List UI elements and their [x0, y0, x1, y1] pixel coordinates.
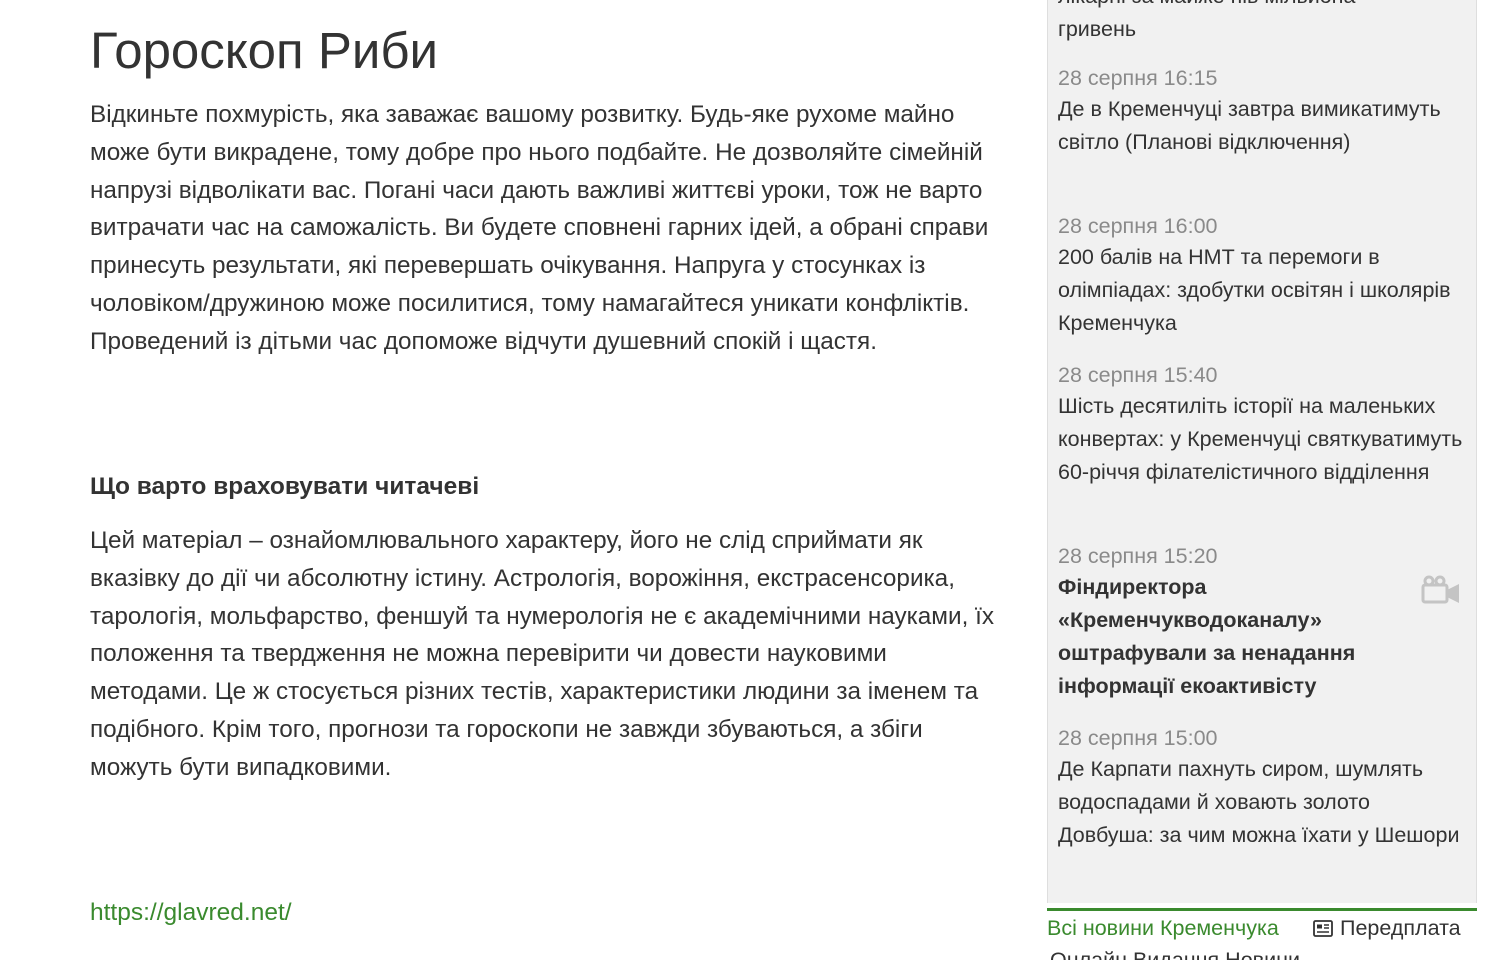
- news-item[interactable]: 28 серпня 16:15 Де в Кременчуці завтра в…: [1058, 63, 1470, 159]
- news-date: 28 серпня 16:00: [1058, 214, 1218, 238]
- news-date: 28 серпня 15:00: [1058, 726, 1218, 750]
- news-item[interactable]: 28 серпня 15:20 Фіндиректора «Кременчукв…: [1058, 541, 1470, 703]
- news-title[interactable]: лікарні за майже пів мільйона гривень: [1058, 0, 1470, 46]
- news-item[interactable]: лікарні за майже пів мільйона гривень: [1058, 0, 1470, 46]
- news-title[interactable]: 200 балів на НМТ та перемоги в олімпіада…: [1058, 241, 1470, 340]
- news-sidebar: лікарні за майже пів мільйона гривень 28…: [1047, 0, 1477, 903]
- newspaper-icon: [1313, 919, 1333, 937]
- news-item[interactable]: 28 серпня 15:00 Де Карпати пахнуть сиром…: [1058, 723, 1470, 852]
- video-camera-icon: [1421, 575, 1459, 604]
- disclaimer-heading: Що варто враховувати читачеві: [90, 473, 480, 500]
- news-date: 28 серпня 16:15: [1058, 66, 1218, 90]
- disclaimer-paragraph: Цей матеріал – ознайомлювального характе…: [90, 527, 994, 781]
- news-title[interactable]: Шість десятиліть історії на маленьких ко…: [1058, 390, 1470, 489]
- page-title: Гороскоп Риби: [90, 22, 439, 79]
- footer-text: Онлайн Видання Новини: [1050, 948, 1300, 960]
- source-link[interactable]: https://glavred.net/: [90, 896, 292, 930]
- subscribe-link[interactable]: Передплата: [1313, 913, 1461, 943]
- news-title[interactable]: Де Карпати пахнуть сиром, шумлять водосп…: [1058, 753, 1470, 852]
- article-paragraph: Відкиньте похмурість, яка заважає вашому…: [90, 101, 989, 355]
- news-title[interactable]: Де в Кременчуці завтра вимикатимуть світ…: [1058, 93, 1470, 159]
- page: Гороскоп Риби Відкиньте похмурість, яка …: [0, 0, 1488, 960]
- news-title[interactable]: Фіндиректора «Кременчукводоканалу» оштра…: [1058, 571, 1398, 703]
- all-news-link[interactable]: Всі новини Кременчука: [1047, 913, 1279, 943]
- news-date: 28 серпня 15:40: [1058, 363, 1218, 387]
- news-item[interactable]: 28 серпня 15:40 Шість десятиліть історії…: [1058, 360, 1470, 489]
- sidebar-divider: [1047, 908, 1477, 911]
- news-date: 28 серпня 15:20: [1058, 544, 1218, 568]
- subscribe-label: Передплата: [1340, 916, 1461, 940]
- news-item[interactable]: 28 серпня 16:00 200 балів на НМТ та пере…: [1058, 211, 1470, 340]
